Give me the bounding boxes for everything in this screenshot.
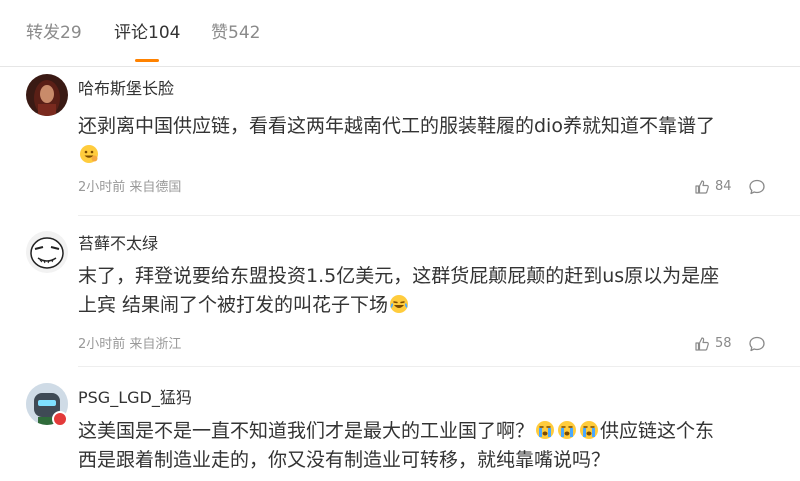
comment-meta: 2小时前 来自浙江 xyxy=(78,337,182,352)
crying-face-emoji xyxy=(580,421,599,439)
crying-face-emoji xyxy=(558,421,577,439)
like-button[interactable]: 84 xyxy=(694,179,732,195)
avatar[interactable] xyxy=(26,231,68,273)
crying-face-emoji xyxy=(536,421,555,439)
comment-tabs: 转发29 评论104 赞542 xyxy=(0,0,800,67)
reply-icon[interactable] xyxy=(748,335,766,353)
grin-face-emoji xyxy=(80,145,98,163)
avatar[interactable] xyxy=(26,74,68,116)
comment-meta: 2小时前 来自德国 xyxy=(78,180,182,195)
tab-reposts[interactable]: 转发29 xyxy=(26,22,82,44)
like-button[interactable]: 58 xyxy=(694,336,732,352)
comment-text: 末了，拜登说要给东盟投资1.5亿美元，这群货屁颠屁颠的赶到us原以为是座 上宾 … xyxy=(78,262,778,320)
comment-username[interactable]: PSG_LGD_猛犸 xyxy=(78,388,192,408)
active-tab-indicator xyxy=(135,59,160,62)
tab-comments[interactable]: 评论104 xyxy=(114,22,181,62)
comment-text-line: 这美国是不是一直不知道我们才是最大的工业国了啊？ xyxy=(78,420,535,442)
comment-text: 这美国是不是一直不知道我们才是最大的工业国了啊？ 供应链这个东 西是跟着制造业走… xyxy=(78,417,778,475)
laugh-cry-emoji xyxy=(390,295,409,313)
like-count: 58 xyxy=(715,336,732,351)
comment-username[interactable]: 苔藓不太绿 xyxy=(78,234,158,254)
comment-text-line: 西是跟着制造业走的，你又没有制造业可转移，就纯靠嘴说吗？ xyxy=(78,449,611,471)
comment-item: PSG_LGD_猛犸 这美国是不是一直不知道我们才是最大的工业国了啊？ 供应链这… xyxy=(0,367,800,481)
thumbs-up-icon xyxy=(695,180,709,194)
comment-text-line: 供应链这个东 xyxy=(600,420,715,442)
comment-text-content: 还剥离中国供应链，看看这两年越南代工的服装鞋履的dio养就知道不靠谱了 xyxy=(78,115,715,137)
comment-text-line: 末了，拜登说要给东盟投资1.5亿美元，这群货屁颠屁颠的赶到us原以为是座 xyxy=(78,265,720,287)
reply-icon[interactable] xyxy=(748,178,766,196)
tab-comments-label: 评论104 xyxy=(114,23,181,43)
comment-text: 还剥离中国供应链，看看这两年越南代工的服装鞋履的dio养就知道不靠谱了 xyxy=(78,112,778,170)
like-count: 84 xyxy=(715,179,732,194)
verified-badge-icon xyxy=(52,411,68,427)
thumbs-up-icon xyxy=(695,337,709,351)
tab-likes-label: 赞542 xyxy=(211,23,261,43)
comment-username[interactable]: 哈布斯堡长脸 xyxy=(78,79,174,99)
comment-text-line: 上宾 结果闹了个被打发的叫花子下场 xyxy=(78,294,389,316)
tab-reposts-label: 转发29 xyxy=(26,23,82,43)
comment-item: 苔藓不太绿 末了，拜登说要给东盟投资1.5亿美元，这群货屁颠屁颠的赶到us原以为… xyxy=(0,216,800,367)
tab-likes[interactable]: 赞542 xyxy=(211,22,260,44)
comment-item: 哈布斯堡长脸 还剥离中国供应链，看看这两年越南代工的服装鞋履的dio养就知道不靠… xyxy=(0,67,800,216)
